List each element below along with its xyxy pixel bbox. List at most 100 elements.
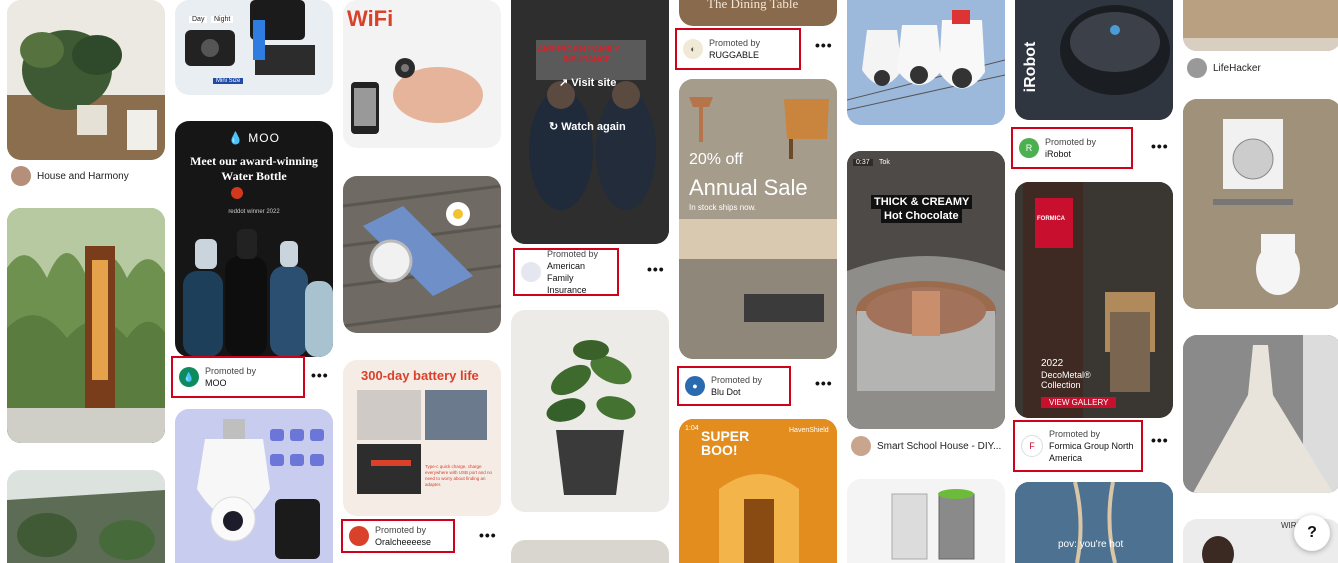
promoted-by-ruggable[interactable]: ◐ Promoted by RUGGABLE [675, 28, 801, 70]
pin-mini-camera[interactable]: Day Night Mini Size [175, 0, 333, 95]
more-options-button[interactable]: ••• [1151, 433, 1169, 447]
hot-chocolate-image [847, 151, 1005, 429]
pin-fiddle-leaf-plant[interactable] [511, 310, 669, 512]
pin-american-family-video[interactable]: AMERICAN FAMILY INSURANCE ↗ Visit site ↻… [511, 0, 669, 244]
pin-partial[interactable] [511, 540, 669, 563]
source-name: House and Harmony [37, 170, 129, 182]
annual-sale-image [679, 79, 837, 359]
ruggable-avatar-icon: ◐ [683, 39, 703, 59]
pin-wifi-camera[interactable]: WiFi [343, 0, 501, 148]
pin-wedding-dress[interactable] [1183, 335, 1338, 493]
visit-site-button[interactable]: ↗ Visit site [559, 76, 616, 89]
promoted-by-irobot[interactable]: R Promoted by iRobot [1011, 127, 1133, 169]
moo-bottles-image [183, 187, 333, 357]
wifi-camera-image [351, 58, 483, 134]
avatar [1187, 58, 1207, 78]
avatar [851, 436, 871, 456]
pin-washing-machine[interactable] [1183, 99, 1338, 309]
source-name: Smart School House - DIY... [877, 440, 1002, 452]
af-logo-line1: AMERICAN FAMILY [537, 44, 621, 54]
pin-hot-chocolate[interactable]: 0:37 Tok THICK & CREAMY Hot Chocolate [847, 151, 1005, 429]
pin-irobot[interactable]: iRobot [1015, 0, 1173, 120]
promo-text: Promoted by MOO [205, 365, 256, 389]
cocoa-tag: Tok [879, 159, 890, 166]
cocoa-timer: 0:37 [853, 159, 873, 166]
advertiser-name: Formica Group North America [1049, 441, 1134, 463]
pin-attribution[interactable]: House and Harmony [11, 166, 129, 186]
oralcheeeese-avatar-icon [349, 526, 369, 546]
advertiser-name: RUGGABLE [709, 50, 760, 60]
pin-greenhouse[interactable] [7, 470, 165, 563]
sale-percent: 20% off [689, 151, 743, 168]
pin-pov-video[interactable]: pov: you're hot [1015, 482, 1173, 563]
promoted-by-formica[interactable]: F Promoted by Formica Group North Americ… [1013, 420, 1143, 472]
bulb-cameras-image [847, 0, 1005, 125]
pin-super-boo[interactable]: 1:04 SUPER BOO! HavenShield [679, 419, 837, 563]
more-options-button[interactable]: ••• [815, 376, 833, 390]
formica-avatar-icon: F [1021, 435, 1043, 457]
more-options-button[interactable]: ••• [1151, 139, 1169, 153]
super-boo-title: SUPER BOO! [701, 428, 750, 458]
battery-image [357, 390, 487, 494]
pin-bulb-cameras[interactable] [847, 0, 1005, 125]
af-logo-line2: INSURANCE [563, 55, 611, 64]
super-boo-counter: 1:04 [685, 425, 699, 432]
badge-night: Night [211, 16, 234, 23]
promo-text: Promoted by iRobot [1045, 136, 1096, 160]
cocoa-line2: Hot Chocolate [881, 209, 962, 223]
formica-brand: FORMICA [1037, 216, 1065, 222]
promoted-label: Promoted by [1049, 429, 1101, 439]
more-options-button[interactable]: ••• [815, 38, 833, 52]
source-name: LifeHacker [1213, 62, 1261, 74]
formica-product: DecoMetal® Collection [1041, 370, 1091, 390]
pin-annual-sale[interactable]: 20% off Annual Sale In stock ships now. [679, 79, 837, 359]
formica-year: 2022 [1041, 358, 1064, 369]
view-gallery-button[interactable]: VIEW GALLERY [1041, 397, 1117, 408]
pin-battery-life[interactable]: 300-day battery life Type-c quick charge… [343, 360, 501, 516]
watch-again-label: Watch again [561, 121, 626, 133]
pin-floor-texture[interactable] [1183, 0, 1338, 51]
bulb-camera-image [175, 409, 333, 563]
promoted-label: Promoted by [547, 249, 599, 259]
promoted-by-moo[interactable]: 💧 Promoted by MOO [171, 356, 305, 398]
pin-plant-room[interactable] [7, 0, 165, 160]
promoted-by-blu-dot[interactable]: ● Promoted by Blu Dot [677, 366, 791, 406]
washing-machine-image [1183, 99, 1338, 309]
pin-watch[interactable] [343, 176, 501, 333]
visit-site-label: Visit site [571, 77, 617, 89]
watch-again-button[interactable]: ↻ Watch again [549, 120, 626, 133]
promoted-label: Promoted by [375, 525, 427, 535]
more-options-button[interactable]: ••• [311, 368, 329, 382]
avatar [11, 166, 31, 186]
promoted-label: Promoted by [709, 38, 761, 48]
pin-moo-bottle[interactable]: 💧 MOO Meet our award-winning Water Bottl… [175, 121, 333, 357]
pin-garden-light[interactable] [7, 208, 165, 443]
battery-caption: Type-c quick charge, charge everywhere w… [425, 464, 493, 487]
pin-trash-bins[interactable] [847, 479, 1005, 563]
help-button[interactable]: ? [1294, 515, 1330, 551]
promoted-by-american-family[interactable]: Promoted by American Family Insurance [513, 248, 619, 296]
more-options-button[interactable]: ••• [647, 262, 665, 276]
promoted-by-oralcheeeese[interactable]: Promoted by Oralcheeeese [341, 519, 455, 553]
irobot-logo: iRobot [1022, 41, 1039, 93]
garden-light-image [7, 208, 165, 443]
pin-attribution[interactable]: Smart School House - DIY... [851, 436, 1001, 456]
more-options-button[interactable]: ••• [479, 528, 497, 542]
pin-bulb-camera[interactable] [175, 409, 333, 563]
pin-attribution[interactable]: LifeHacker [1187, 58, 1261, 78]
cocoa-line1: THICK & CREAMY [871, 195, 973, 209]
badge-mini: Mini Size [213, 78, 244, 84]
promo-text: Promoted by American Family Insurance [547, 248, 611, 296]
promo-text: Promoted by Oralcheeeese [375, 524, 431, 548]
promo-text: Promoted by Blu Dot [711, 374, 762, 398]
floor-image [1183, 0, 1338, 51]
badge-day: Day [189, 16, 208, 23]
promoted-label: Promoted by [1045, 137, 1097, 147]
pin-dining-table[interactable]: The Dining Table [679, 0, 837, 26]
irobot-avatar-icon: R [1019, 138, 1039, 158]
pin-formica[interactable]: FORMICA 2022 DecoMetal® Collection VIEW … [1015, 182, 1173, 418]
dining-title: The Dining Table [707, 0, 799, 11]
promo-text: Promoted by Formica Group North America [1049, 428, 1135, 464]
external-link-icon: ↗ [559, 77, 569, 89]
advertiser-name: MOO [205, 378, 227, 388]
